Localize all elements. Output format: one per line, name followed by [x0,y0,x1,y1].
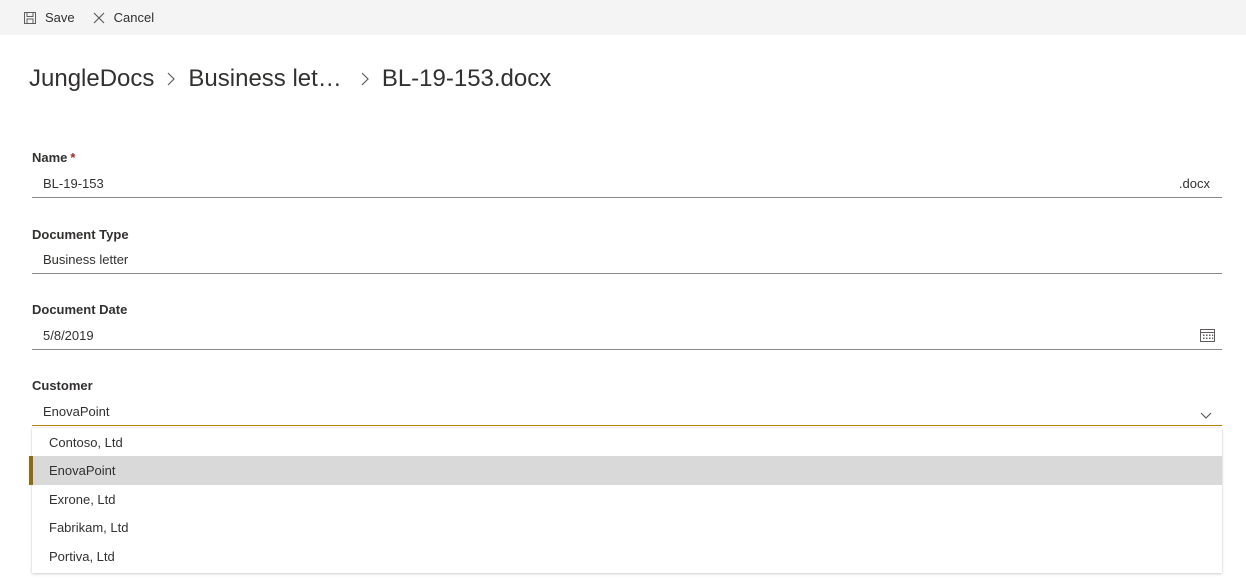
customer-dropdown[interactable]: EnovaPoint [32,398,1222,426]
breadcrumb: JungleDocs Business let… BL-19-153.docx [29,60,551,98]
chevron-right-icon [166,72,176,86]
save-button[interactable]: Save [23,0,75,35]
document-date-label: Document Date [32,302,128,317]
dropdown-option-label: Fabrikam, Ltd [49,520,129,535]
dropdown-option[interactable]: Fabrikam, Ltd [32,513,1222,542]
required-marker: * [70,150,76,165]
dropdown-option-label: Contoso, Ltd [49,435,123,450]
dropdown-option-label: Exrone, Ltd [49,492,116,507]
name-value: BL-19-153 [43,176,104,191]
customer-dropdown-menu: Contoso, Ltd EnovaPoint Exrone, Ltd Fabr… [29,428,1222,573]
dropdown-option-selected[interactable]: EnovaPoint [29,456,1222,485]
name-label: Name * [32,150,75,165]
save-label: Save [45,10,75,25]
close-icon [92,11,106,25]
save-icon [23,11,37,25]
customer-value: EnovaPoint [43,404,110,419]
breadcrumb-folder[interactable]: Business let… [188,65,341,93]
file-extension-suffix: .docx [1178,176,1210,191]
customer-label: Customer [32,378,93,393]
name-label-text: Name [32,150,68,165]
document-type-value: Business letter [43,252,129,267]
dropdown-option[interactable]: Portiva, Ltd [32,542,1222,571]
document-date-field[interactable]: 5/8/2019 [32,322,1222,350]
selection-indicator [29,456,33,485]
cancel-button[interactable]: Cancel [92,0,154,35]
document-type-label: Document Type [32,227,129,242]
cancel-label: Cancel [113,10,155,25]
chevron-down-icon[interactable] [1200,407,1212,425]
chevron-right-icon [360,72,370,86]
dropdown-option[interactable]: Exrone, Ltd [32,485,1222,514]
command-bar: Save Cancel [0,0,1246,35]
dropdown-option-label: Portiva, Ltd [49,549,115,564]
dropdown-option[interactable]: Contoso, Ltd [32,428,1222,457]
dropdown-option-label: EnovaPoint [49,463,116,478]
document-type-field[interactable]: Business letter [32,246,1222,274]
breadcrumb-file: BL-19-153.docx [381,65,552,92]
document-date-value: 5/8/2019 [43,328,94,343]
calendar-icon[interactable] [1200,328,1215,347]
breadcrumb-root[interactable]: JungleDocs [29,65,154,93]
name-field[interactable]: BL-19-153 .docx [32,170,1222,198]
